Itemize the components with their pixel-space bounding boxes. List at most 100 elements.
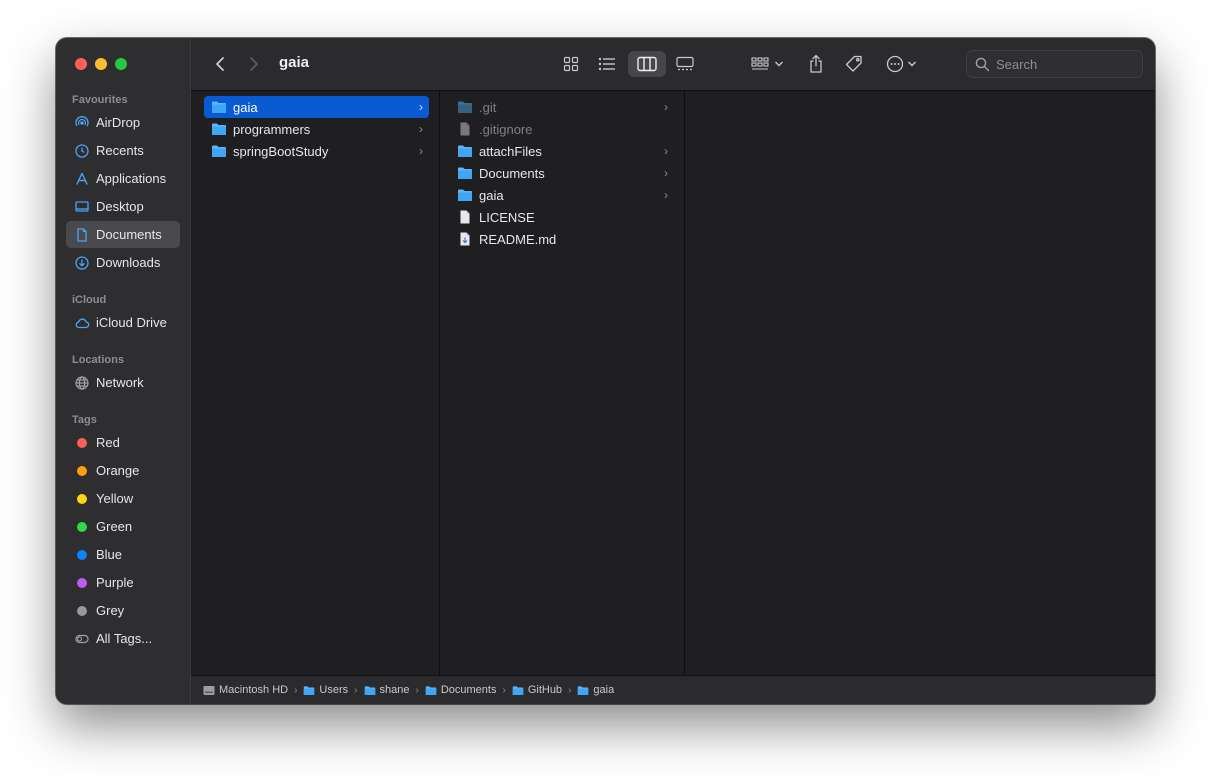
tag-color-dot	[77, 437, 87, 448]
folder-icon	[211, 122, 227, 136]
sidebar-item-icloud-drive[interactable]: iCloud Drive	[66, 309, 180, 336]
path-crumb-users[interactable]: Users	[303, 684, 348, 696]
sidebar-tag-purple[interactable]: Purple	[66, 569, 180, 596]
file-row-gitignore[interactable]: .gitignore	[450, 118, 674, 140]
tags-icon	[74, 631, 90, 647]
sidebar-tag-green[interactable]: Green	[66, 513, 180, 540]
tag-button[interactable]	[841, 51, 867, 77]
more-actions-button[interactable]	[881, 51, 921, 77]
folder-icon	[512, 685, 524, 695]
gallery-icon	[676, 56, 694, 71]
close-button[interactable]	[75, 58, 87, 70]
folder-icon	[425, 685, 437, 695]
share-icon	[810, 54, 822, 73]
sidebar-item-label: All Tags...	[96, 631, 153, 646]
back-button[interactable]	[209, 51, 231, 77]
list-view-button[interactable]	[591, 51, 623, 77]
file-name: gaia	[479, 187, 504, 203]
sidebar-section-favourites: Favourites	[72, 94, 128, 106]
download-icon	[74, 255, 90, 271]
path-separator: ›	[294, 684, 298, 696]
chevron-right-icon: ›	[419, 144, 423, 158]
file-name: springBootStudy	[233, 143, 329, 159]
file-name: attachFiles	[479, 143, 542, 159]
sidebar-section-icloud: iCloud	[72, 294, 107, 306]
chevron-right-icon: ›	[419, 100, 423, 114]
file-name: gaia	[233, 99, 258, 115]
search-field[interactable]: Search	[966, 50, 1143, 78]
sidebar-item-network[interactable]: Network	[66, 369, 180, 396]
sidebar-item-recents[interactable]: Recents	[66, 137, 180, 164]
applications-icon	[74, 171, 90, 187]
sidebar-all-tags[interactable]: All Tags...	[66, 625, 180, 652]
file-row-programmers[interactable]: programmers ›	[204, 118, 429, 140]
chevron-right-icon: ›	[664, 144, 668, 158]
icon-view-button[interactable]	[555, 51, 587, 77]
toolbar: gaia Search	[191, 38, 1155, 91]
file-row-gaia-sub[interactable]: gaia ›	[450, 184, 674, 206]
sidebar-tag-orange[interactable]: Orange	[66, 457, 180, 484]
path-crumb-label: Documents	[440, 684, 497, 696]
gallery-view-button[interactable]	[669, 51, 701, 77]
file-name: README.md	[479, 231, 557, 247]
sidebar-item-label: Applications	[96, 171, 167, 186]
minimize-button[interactable]	[95, 58, 107, 70]
column-2: .git › .gitignore attachFiles › Document…	[440, 91, 685, 676]
file-row-gaia[interactable]: gaia ›	[204, 96, 429, 118]
document-icon	[74, 227, 90, 243]
forward-button[interactable]	[243, 51, 265, 77]
window-controls	[75, 58, 127, 70]
sidebar-item-downloads[interactable]: Downloads	[66, 249, 180, 276]
path-crumb-documents[interactable]: Documents	[425, 684, 497, 696]
file-row-license[interactable]: LICENSE	[450, 206, 674, 228]
path-crumb-gaia[interactable]: gaia	[577, 684, 614, 696]
markdown-file-icon	[457, 232, 473, 246]
share-button[interactable]	[803, 51, 829, 77]
file-icon	[457, 122, 473, 136]
tag-color-dot	[77, 549, 87, 560]
file-name: Documents	[479, 165, 545, 181]
tag-color-dot	[77, 605, 87, 616]
sidebar-tag-grey[interactable]: Grey	[66, 597, 180, 624]
file-row-springbootstudy[interactable]: springBootStudy ›	[204, 140, 429, 162]
sidebar-item-label: AirDrop	[96, 115, 141, 130]
path-separator: ›	[415, 684, 419, 696]
columns-icon	[637, 56, 657, 72]
sidebar-item-applications[interactable]: Applications	[66, 165, 180, 192]
folder-icon	[211, 100, 227, 114]
sidebar-item-desktop[interactable]: Desktop	[66, 193, 180, 220]
sidebar-item-documents[interactable]: Documents	[66, 221, 180, 248]
sidebar-item-label: Green	[96, 519, 133, 534]
group-by-button[interactable]	[746, 51, 788, 77]
path-crumb-label: Macintosh HD	[219, 684, 289, 696]
chevron-left-icon	[216, 57, 224, 71]
file-row-readme[interactable]: README.md	[450, 228, 674, 250]
sidebar-tag-red[interactable]: Red	[66, 429, 180, 456]
sidebar-section-locations: Locations	[72, 354, 124, 366]
path-crumb-label: Users	[319, 684, 349, 696]
sidebar-tag-yellow[interactable]: Yellow	[66, 485, 180, 512]
path-crumb-label: shane	[379, 684, 410, 696]
window-title: gaia	[279, 54, 310, 71]
folder-icon	[457, 166, 473, 180]
column-1: gaia › programmers › springBootStudy ›	[194, 91, 440, 676]
column-browser: gaia › programmers › springBootStudy › .…	[191, 91, 1155, 676]
path-crumb-macintosh-hd[interactable]: Macintosh HD	[203, 684, 288, 696]
group-icon	[750, 57, 769, 70]
sidebar-tag-blue[interactable]: Blue	[66, 541, 180, 568]
path-bar: Macintosh HD › Users › shane › Documents…	[191, 675, 1155, 704]
folder-icon	[457, 144, 473, 158]
file-row-attachfiles[interactable]: attachFiles ›	[450, 140, 674, 162]
file-row-documents[interactable]: Documents ›	[450, 162, 674, 184]
path-crumb-shane[interactable]: shane	[364, 684, 410, 696]
file-row-git[interactable]: .git ›	[450, 96, 674, 118]
sidebar-item-label: Grey	[96, 603, 125, 618]
column-view-button[interactable]	[628, 51, 666, 77]
sidebar-item-airdrop[interactable]: AirDrop	[66, 109, 180, 136]
sidebar: Favourites AirDrop Recents Applications …	[56, 38, 191, 704]
path-crumb-github[interactable]: GitHub	[512, 684, 562, 696]
folder-icon	[211, 144, 227, 158]
folder-icon	[304, 685, 315, 695]
zoom-button[interactable]	[115, 58, 127, 70]
path-crumb-label: GitHub	[527, 684, 563, 696]
